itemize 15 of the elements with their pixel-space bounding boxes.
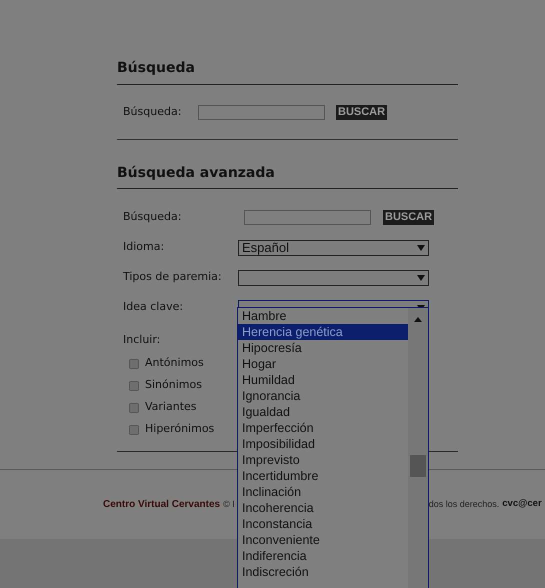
include-label: Incluir: <box>123 333 160 346</box>
section-title: Búsqueda <box>117 60 195 76</box>
checkbox-label: Variantes <box>145 399 197 416</box>
checkbox-label: Hiperónimos <box>145 421 214 438</box>
checkbox-label: Antónimos <box>145 355 204 372</box>
field-label: Idea clave: <box>123 299 184 316</box>
select-value: Español <box>242 240 289 254</box>
footer-text: © I <box>223 498 235 511</box>
field-label: Idioma: <box>123 239 166 256</box>
field-label: Búsqueda: <box>123 209 182 226</box>
section-title: Búsqueda avanzada <box>117 165 275 181</box>
field-label: Búsqueda: <box>123 104 182 120</box>
field-label: Tipos de paremia: <box>123 269 223 286</box>
checkbox-label: Sinónimos <box>145 377 202 394</box>
footer-text: dos los derechos. <box>428 498 500 511</box>
